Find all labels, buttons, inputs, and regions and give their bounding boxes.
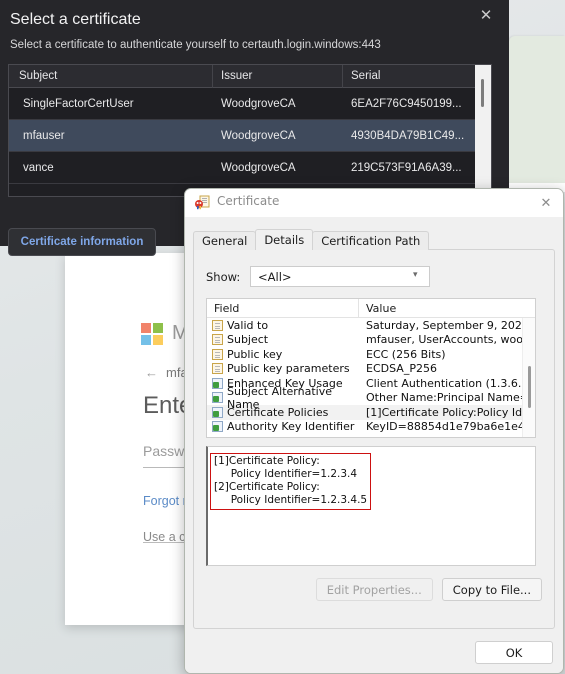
certificate-field-table: Field Value Valid to Saturday, September… [206,298,536,438]
cell-serial: 219C573F91A6A39... [351,161,462,174]
field-value-detail-box: [1]Certificate Policy: Policy Identifier… [206,446,536,566]
close-icon[interactable]: ✕ [473,2,499,28]
table-row[interactable]: Public key parameters ECDSA_P256 [207,362,535,377]
table-row[interactable]: Public key ECC (256 Bits) [207,347,535,362]
table-row[interactable]: SingleFactorCertUser WoodgroveCA 6EA2F76… [9,88,491,120]
tan-certificate-field-icon [212,348,223,360]
cell-field: Valid to [227,318,269,332]
cell-field: Public key [227,347,283,361]
column-header-value: Value [366,301,397,315]
cell-value: Other Name:Principal Name=m... [366,391,535,405]
tan-certificate-field-icon [212,363,223,375]
cell-value: mfauser, UserAccounts, wood... [366,333,535,347]
cell-issuer: WoodgroveCA [221,161,296,174]
tab-general[interactable]: General [193,231,257,250]
column-header-subject: Subject [9,65,213,88]
cell-field: Subject [227,333,269,347]
show-select[interactable]: <All> ▾ [250,266,430,287]
cell-value: [1]Certificate Policy:Policy Ide... [366,405,535,419]
blue-extension-field-icon [212,406,223,418]
blue-extension-field-icon [212,421,223,433]
edit-properties-button[interactable]: Edit Properties... [315,578,433,601]
column-header-serial: Serial [351,69,381,82]
microsoft-logo-icon [141,322,163,345]
cell-field: Public key parameters [227,362,350,376]
chevron-down-icon: ▾ [413,270,418,280]
show-filter-row: Show: <All> ▾ [206,266,430,287]
column-header-field: Field [207,299,359,318]
cell-serial: 4930B4DA79B1C49... [351,129,465,142]
certificate-dialog-title: Certificate [217,194,280,208]
table-row[interactable]: Subject Alternative Name Other Name:Prin… [207,385,535,411]
scrollbar-thumb[interactable] [481,79,484,107]
tab-details[interactable]: Details [255,229,314,250]
cell-value: KeyID=88854d1e79ba6e1e4e [366,420,532,434]
tan-certificate-field-icon [212,334,223,346]
certificate-list: Subject Issuer Serial SingleFactorCertUs… [8,64,492,197]
cell-field: Authority Key Identifier [227,420,355,434]
copy-to-file-button[interactable]: Copy to File... [441,578,542,601]
certificate-list-scrollbar[interactable] [475,65,491,196]
back-arrow-icon[interactable]: ← [145,365,158,380]
certificate-icon [195,195,210,210]
table-row[interactable]: Authority Key Identifier KeyID=88854d1e7… [207,420,535,435]
screen: Microsoft ←mfauser@wo Enter pass Passwor… [0,0,565,674]
dialog-title: Select a certificate [10,11,141,28]
close-icon[interactable]: ✕ [535,193,557,213]
certificate-list-header: Subject Issuer Serial [9,65,491,88]
field-value-detail-text: [1]Certificate Policy: Policy Identifier… [210,453,372,510]
table-row[interactable]: Subject mfauser, UserAccounts, wood... [207,333,535,348]
cell-issuer: WoodgroveCA [221,97,296,110]
background-page-panel [509,36,565,183]
details-action-buttons: Edit Properties... Copy to File... [315,578,542,601]
show-select-value: <All> [258,269,292,284]
certificate-dialog-titlebar: Certificate ✕ [185,189,563,217]
field-table-scrollbar[interactable] [522,318,535,437]
blue-extension-field-icon [212,377,223,389]
certificate-dialog: Certificate ✕ General Details Certificat… [184,188,564,674]
cell-value: Saturday, September 9, 2023 ... [366,318,535,332]
cell-value: ECC (256 Bits) [366,347,446,361]
table-row[interactable]: mfauser WoodgroveCA 4930B4DA79B1C49... [9,120,491,152]
tab-certification-path[interactable]: Certification Path [312,231,430,250]
cell-subject: SingleFactorCertUser [23,97,134,110]
cell-subject: vance [23,161,54,174]
table-row[interactable]: Certificate Policies [1]Certificate Poli… [207,405,535,420]
cell-issuer: WoodgroveCA [221,129,296,142]
ok-button[interactable]: OK [475,641,553,664]
column-header-issuer: Issuer [213,65,343,88]
cell-value: ECDSA_P256 [366,362,437,376]
table-row[interactable]: Valid to Saturday, September 9, 2023 ... [207,318,535,333]
certificate-information-button[interactable]: Certificate information [8,228,156,256]
field-table-header: Field Value [207,299,535,318]
cell-field: Certificate Policies [227,405,329,419]
scrollbar-thumb[interactable] [528,366,531,408]
show-label: Show: [206,269,241,284]
table-row[interactable]: vance WoodgroveCA 219C573F91A6A39... [9,152,491,184]
tan-certificate-field-icon [212,319,223,331]
cell-subject: mfauser [23,129,65,142]
blue-extension-field-icon [212,392,223,404]
dialog-subtitle: Select a certificate to authenticate you… [10,39,381,51]
details-tab-panel: Show: <All> ▾ Field Value Valid to Satur… [193,249,555,629]
certificate-dialog-tabs: General Details Certification Path [193,229,430,250]
cell-value: Client Authentication (1.3.6.1.... [366,376,535,390]
cell-serial: 6EA2F76C9450199... [351,97,462,110]
certificate-dialog-body: General Details Certification Path Show:… [185,217,563,673]
